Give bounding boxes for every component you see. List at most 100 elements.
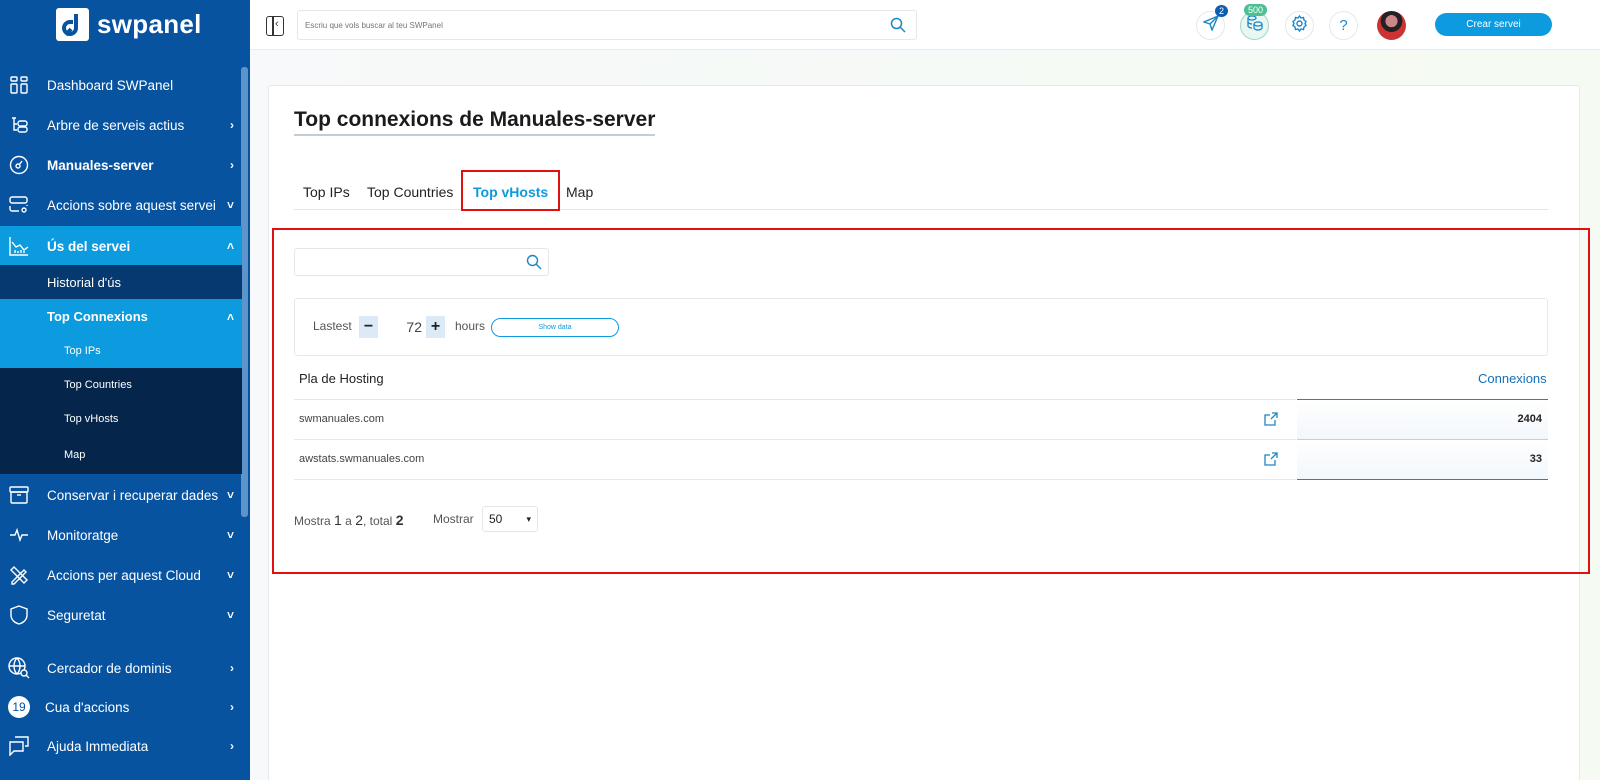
hours-input[interactable]: [378, 316, 426, 338]
sidebar-item-label: Top vHosts: [64, 413, 119, 425]
search-icon[interactable]: [526, 254, 542, 275]
sidebar-item-label: Accions per aquest Cloud: [47, 567, 201, 583]
sidebar-item-backup[interactable]: Conservar i recuperar dades ˅: [0, 475, 242, 515]
tab-highlight-annotation: [461, 170, 560, 211]
chevron-right-icon: ›: [230, 661, 234, 675]
credits-badge: 500: [1244, 4, 1268, 16]
sidebar-item-monitoring[interactable]: Monitoratge ˅: [0, 515, 242, 555]
pagination-total: 2: [395, 512, 404, 528]
pagination-prefix: Mostra: [294, 514, 331, 528]
tree-icon: [8, 114, 30, 136]
collapse-sidebar-button[interactable]: ‹: [266, 16, 284, 36]
global-search-input[interactable]: [298, 11, 858, 39]
page-size-select[interactable]: 50 ▾: [482, 506, 538, 532]
pagination-summary: Mostra 1 a 2, total 2: [294, 512, 404, 528]
question-icon: ?: [1339, 17, 1348, 34]
notifications-button[interactable]: 2: [1196, 5, 1228, 40]
row-connections-cell: 2404: [1297, 400, 1548, 439]
sidebar-item-label: Cercador de dominis: [47, 660, 172, 676]
sidebar-item-security[interactable]: Seguretat ˅: [0, 595, 242, 635]
globe-search-icon: [8, 657, 30, 679]
sidebar-item-label: Map: [64, 449, 86, 461]
global-search: [297, 10, 917, 40]
chevron-left-icon: ‹: [275, 18, 279, 30]
table-filter: [294, 248, 549, 276]
tab-top-ips[interactable]: Top IPs: [303, 176, 350, 208]
sidebar-item-label: Accions sobre aquest servei: [47, 197, 216, 213]
server-settings-icon: [8, 194, 30, 216]
sidebar-item-domain-search[interactable]: Cercador de dominis ›: [0, 648, 242, 688]
table-row: swmanuales.com 2404: [294, 400, 1548, 440]
decrement-button[interactable]: −: [359, 316, 378, 338]
credits-button[interactable]: 500: [1240, 4, 1269, 40]
sidebar-item-label: Ajuda Immediata: [47, 738, 149, 754]
sidebar-item-map[interactable]: Map: [0, 436, 242, 474]
row-hostname: awstats.swmanuales.com: [299, 453, 425, 465]
topbar: ‹ 2 500 ? Crear servei: [250, 0, 1600, 50]
sidebar-item-top-connexions[interactable]: Top Connexions ˄: [0, 299, 242, 334]
sidebar-item-label: Historial d'ús: [47, 274, 122, 290]
table-filter-input[interactable]: [295, 249, 515, 275]
table-row: awstats.swmanuales.com 33: [294, 440, 1548, 480]
hours-suffix-label: hours: [455, 319, 486, 333]
page-size-label: Mostrar: [433, 512, 474, 526]
notifications-badge: 2: [1214, 5, 1228, 17]
logo[interactable]: swpanel: [56, 8, 202, 41]
chevron-down-icon: ˅: [226, 608, 234, 622]
sidebar-item-label: Arbre de serveis actius: [47, 117, 185, 133]
sidebar-item-service-actions[interactable]: Accions sobre aquest servei ˅: [0, 185, 242, 225]
paper-plane-icon: [1201, 14, 1219, 36]
sidebar-item-usage-history[interactable]: Historial d'ús: [0, 265, 242, 299]
chevron-right-icon: ›: [230, 118, 234, 132]
sidebar-item-manuales-server[interactable]: Manuales-server ›: [0, 145, 242, 185]
tab-map[interactable]: Map: [566, 176, 593, 208]
settings-button[interactable]: [1285, 11, 1314, 40]
pulse-icon: [8, 524, 30, 546]
column-header-hosting-plan[interactable]: Pla de Hosting: [299, 371, 384, 386]
sidebar-item-dashboard[interactable]: Dashboard SWPanel: [0, 65, 242, 105]
chevron-up-icon: ˄: [226, 239, 234, 253]
sidebar-item-service-usage[interactable]: Ús del servei ˄: [0, 226, 242, 266]
sidebar-item-label: Top IPs: [64, 345, 101, 357]
sidebar-item-cloud-actions[interactable]: Accions per aquest Cloud ˅: [0, 555, 242, 595]
hours-prefix-label: Lastest: [313, 319, 352, 333]
tab-top-countries[interactable]: Top Countries: [367, 176, 453, 208]
sidebar-item-label: Ús del servei: [47, 238, 131, 254]
dashboard-grid-icon: [8, 74, 30, 96]
sidebar-item-top-countries[interactable]: Top Countries: [0, 368, 242, 402]
row-connections: 33: [1529, 453, 1542, 465]
sidebar-item-service-tree[interactable]: Arbre de serveis actius ›: [0, 105, 242, 145]
gear-icon: [1291, 14, 1308, 37]
pagination-to: 2: [355, 512, 363, 528]
chevron-right-icon: ›: [230, 739, 234, 753]
sidebar-item-label: Manuales-server: [47, 157, 154, 173]
sidebar: swpanel Dashboard SWPanel Arbre de serve…: [0, 0, 250, 780]
chevron-down-icon: ˅: [226, 198, 234, 212]
sidebar-item-action-queue[interactable]: 19 Cua d'accions ›: [0, 687, 242, 727]
archive-icon: [8, 484, 30, 506]
column-header-connexions[interactable]: Connexions: [1478, 371, 1547, 386]
sidebar-item-top-vhosts[interactable]: Top vHosts: [0, 402, 242, 436]
coins-icon: [1246, 14, 1264, 37]
show-data-button[interactable]: Show data: [491, 318, 619, 337]
create-server-button[interactable]: Crear servei: [1435, 13, 1552, 36]
page-title: Top connexions de Manuales-server: [294, 108, 656, 136]
external-link-icon[interactable]: [1264, 412, 1278, 431]
pagination-mid: a: [345, 514, 352, 528]
sidebar-item-label: Top Countries: [64, 379, 132, 391]
external-link-icon[interactable]: [1264, 452, 1278, 471]
sidebar-scrollbar[interactable]: [241, 67, 248, 517]
increment-button[interactable]: +: [426, 316, 445, 338]
user-avatar[interactable]: [1377, 11, 1406, 40]
logo-text: swpanel: [97, 9, 202, 39]
tools-icon: [8, 564, 30, 586]
search-icon[interactable]: [890, 17, 906, 38]
sidebar-item-top-ips[interactable]: Top IPs: [0, 334, 242, 368]
sidebar-item-label: Conservar i recuperar dades: [47, 487, 219, 503]
chevron-down-icon: ˅: [226, 488, 234, 502]
pagination-total-label: , total: [363, 514, 393, 528]
help-button[interactable]: ?: [1329, 11, 1358, 40]
sidebar-item-help[interactable]: Ajuda Immediata ›: [0, 726, 242, 766]
chevron-right-icon: ›: [230, 158, 234, 172]
sidebar-item-label: Top Connexions: [47, 309, 148, 324]
